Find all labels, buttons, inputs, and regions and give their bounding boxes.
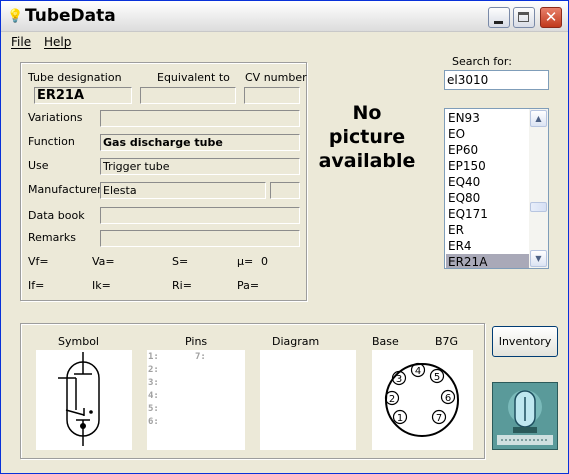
list-item[interactable]: EP60 [446, 142, 530, 158]
diagram-panel [260, 350, 356, 450]
pin-1: 1: [148, 352, 159, 362]
param-ik: Ik= [92, 279, 111, 292]
no-picture-line2: picture [328, 126, 406, 148]
list-item[interactable]: EN93 [446, 110, 530, 126]
cv-field[interactable] [244, 87, 300, 104]
databook-label: Data book [28, 209, 85, 222]
param-ri: Ri= [172, 279, 192, 292]
tube-logo-icon[interactable] [492, 382, 558, 450]
base-pin-3: 3 [396, 374, 402, 385]
scroll-up-icon[interactable]: ▲ [530, 110, 547, 127]
no-picture-line1: No [352, 102, 382, 124]
pin-2: 2: [148, 365, 159, 375]
base-pin-4: 4 [415, 366, 421, 377]
base-label: Base [372, 335, 399, 348]
symbol-panel [36, 350, 132, 450]
symbol-label: Symbol [58, 335, 99, 348]
function-label: Function [28, 135, 75, 148]
base-pin-1: 1 [397, 413, 403, 424]
base-pin-2: 2 [389, 394, 395, 405]
base-type-label: B7G [435, 335, 459, 348]
menu-file[interactable]: File [11, 35, 31, 49]
pin-5: 5: [148, 404, 159, 414]
databook-field[interactable] [100, 207, 300, 224]
search-input[interactable]: el3010 [444, 70, 549, 90]
scroll-down-icon[interactable]: ▼ [530, 250, 547, 267]
results-listbox[interactable]: EN93 EO EP60 EP150 EQ40 EQ80 EQ171 ER ER… [444, 108, 549, 269]
results-scrollbar[interactable]: ▲ ▼ [529, 109, 548, 268]
menu-help[interactable]: Help [44, 35, 71, 49]
pin-7: 7: [195, 352, 206, 362]
equivalent-field[interactable] [140, 87, 236, 104]
list-item[interactable]: EO [446, 126, 530, 142]
list-item[interactable]: EQ40 [446, 174, 530, 190]
tube-symbol-icon [58, 352, 100, 446]
remarks-label: Remarks [28, 231, 76, 244]
title-bar[interactable]: 💡 TubeData ✕ [1, 1, 568, 32]
variations-label: Variations [28, 111, 83, 124]
param-pa: Pa= [237, 279, 260, 292]
app-bulb-icon: 💡 [7, 9, 24, 24]
manufacturer-label: Manufacturer [28, 183, 102, 196]
list-item[interactable]: ER [446, 222, 530, 238]
param-if: If= [28, 279, 45, 292]
param-mu: µ= [237, 255, 254, 268]
base-pinout-icon: 1 2 3 4 5 6 7 [384, 362, 459, 437]
no-picture-text: No picture available [317, 101, 417, 173]
base-panel: 1 2 3 4 5 6 7 [372, 350, 473, 450]
designation-label: Tube designation [28, 71, 122, 84]
function-field[interactable]: Gas discharge tube [100, 134, 300, 151]
list-item[interactable]: EP150 [446, 158, 530, 174]
list-item[interactable]: EQ80 [446, 190, 530, 206]
cv-label: CV number [245, 71, 307, 84]
param-vf: Vf= [28, 255, 49, 268]
tubedata-window: 💡 TubeData ✕ File Help Tube designation … [0, 0, 569, 474]
param-mu-value: 0 [261, 255, 268, 268]
param-va: Va= [92, 255, 115, 268]
remarks-field[interactable] [100, 230, 300, 247]
equivalent-label: Equivalent to [157, 71, 230, 84]
search-label: Search for: [452, 55, 512, 68]
use-field[interactable]: Trigger tube [100, 158, 300, 175]
menu-bar: File Help [1, 32, 568, 52]
variations-field[interactable] [100, 110, 300, 127]
pins-panel: 1: 2: 3: 4: 5: 6: 7: [147, 350, 245, 450]
manufacturer-field[interactable]: Elesta [100, 182, 266, 199]
list-item[interactable]: EQ171 [446, 206, 530, 222]
list-item[interactable]: ER4 [446, 238, 530, 254]
pin-4: 4: [148, 391, 159, 401]
diagram-label: Diagram [272, 335, 320, 348]
base-pin-5: 5 [434, 372, 440, 383]
window-title: TubeData [25, 6, 116, 26]
scroll-thumb[interactable] [530, 202, 547, 212]
minimize-button[interactable] [488, 7, 510, 28]
base-pin-6: 6 [445, 393, 451, 404]
list-item-selected[interactable]: ER21A [446, 254, 530, 268]
close-icon: ✕ [544, 8, 558, 26]
no-picture-line3: available [318, 150, 416, 172]
pin-3: 3: [148, 378, 159, 388]
pin-6: 6: [148, 417, 159, 427]
close-button[interactable]: ✕ [540, 7, 562, 28]
designation-field[interactable]: ER21A [34, 87, 132, 104]
base-pin-7: 7 [436, 413, 442, 424]
param-s: S= [172, 255, 189, 268]
use-label: Use [28, 159, 49, 172]
manufacturer-code-field[interactable] [270, 182, 300, 199]
inventory-button[interactable]: Inventory [492, 326, 558, 357]
maximize-button[interactable] [513, 7, 535, 28]
pins-label: Pins [185, 335, 208, 348]
